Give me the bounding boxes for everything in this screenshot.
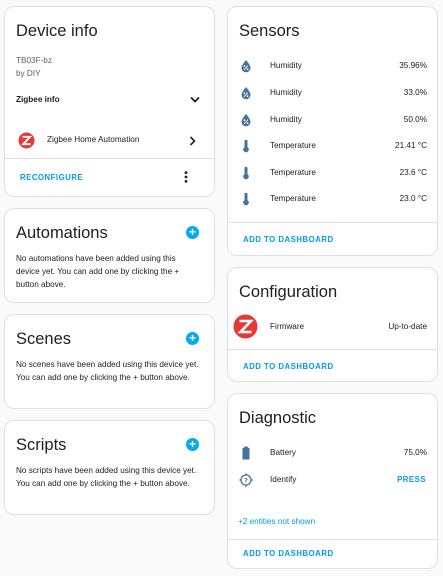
firmware-row[interactable]: Firmware Up-to-date [228,312,437,340]
crosshairs-question-icon: ? [239,473,253,487]
scenes-empty-text: No scenes have been added using this dev… [16,360,199,382]
scripts-card: Scripts + No scripts have been added usi… [4,420,215,515]
device-info-divider [5,158,214,159]
thermometer-icon [243,192,249,206]
thermometer-icon [243,166,249,180]
more-vert-icon[interactable] [184,171,188,183]
scenes-card: Scenes + No scenes have been added using… [4,314,215,409]
configuration-divider [228,349,437,350]
zigbee-logo-icon [18,132,35,149]
sensors-divider [228,222,437,223]
scripts-title: Scripts [16,436,67,454]
sensors-add-to-dashboard-button[interactable]: ADD TO DASHBOARD [243,235,334,244]
water-percent-icon [241,60,251,73]
plus-icon: + [188,331,196,345]
sensor-value: 50.0% [403,115,427,124]
identify-label: Identify [270,475,297,484]
sensor-value: 35.96% [399,61,427,70]
scripts-empty-text: No scripts have been added using this de… [16,466,197,488]
sensor-value: 23.0 °C [399,194,427,203]
automations-empty-text: No automations have been added using thi… [16,254,180,289]
sensors-title: Sensors [239,22,300,40]
battery-row[interactable]: Battery 75.0% [228,444,437,462]
water-percent-icon [241,87,251,100]
water-percent-icon [241,114,251,127]
battery-value: 75.0% [403,448,427,457]
sensor-value: 33.0% [403,88,427,97]
zigbee-logo-icon [233,314,258,339]
add-scene-button[interactable]: + [186,332,199,345]
sensor-row[interactable]: Humidity 35.96% [228,57,437,75]
thermometer-icon [243,139,249,153]
configuration-title: Configuration [239,283,338,301]
sensor-row[interactable]: Temperature 23.6 °C [228,164,437,182]
plus-icon: + [188,437,196,451]
sensor-label: Temperature [270,194,316,203]
diagnostic-card: Diagnostic Battery 75.0% ? Identify PRES… [227,393,438,569]
identify-row: ? Identify PRESS [228,471,437,489]
configuration-card: Configuration Firmware Up-to-date ADD TO… [227,267,438,382]
diagnostic-add-to-dashboard-button[interactable]: ADD TO DASHBOARD [243,549,334,558]
firmware-value: Up-to-date [388,322,427,331]
device-info-title: Device info [16,22,98,40]
device-manufacturer: by DIY [16,69,41,78]
sensor-value: 23.6 °C [399,168,427,177]
automations-title: Automations [16,224,108,242]
sensor-row[interactable]: Humidity 33.0% [228,84,437,102]
battery-icon [242,446,250,460]
device-info-card: Device info TB03F-bz by DIY Zigbee info … [4,6,215,197]
sensor-value: 21.41 °C [395,141,427,150]
zigbee-info-expander[interactable]: Zigbee info [5,89,214,111]
diagnostic-divider [228,539,437,540]
sensor-row[interactable]: Temperature 23.0 °C [228,190,437,208]
sensor-label: Temperature [270,141,316,150]
sensor-row[interactable]: Temperature 21.41 °C [228,137,437,155]
integration-label: Zigbee Home Automation [47,135,140,144]
diagnostic-title: Diagnostic [239,409,317,427]
firmware-label: Firmware [270,322,305,331]
hidden-entities-link[interactable]: +2 entities not shown [238,517,315,526]
sensor-label: Temperature [270,168,316,177]
sensor-row[interactable]: Humidity 50.0% [228,111,437,129]
battery-label: Battery [270,448,296,457]
add-automation-button[interactable]: + [186,226,199,239]
sensor-label: Humidity [270,88,302,97]
plus-icon: + [188,225,196,239]
scenes-title: Scenes [16,330,72,348]
sensor-label: Humidity [270,115,302,124]
reconfigure-button[interactable]: RECONFIGURE [20,173,83,182]
add-script-button[interactable]: + [186,438,199,451]
svg-text:?: ? [244,476,248,484]
identify-press-button[interactable]: PRESS [397,475,426,484]
chevron-down-icon [190,96,200,103]
sensor-label: Humidity [270,61,302,70]
zigbee-info-label: Zigbee info [16,95,60,104]
sensors-card: Sensors Humidity 35.96% Humidity 33.0% H… [227,6,438,256]
automations-card: Automations + No automations have been a… [4,208,215,303]
configuration-add-to-dashboard-button[interactable]: ADD TO DASHBOARD [243,362,334,371]
integration-row[interactable]: Zigbee Home Automation [5,129,214,151]
device-model: TB03F-bz [16,56,52,65]
chevron-right-icon [189,136,196,146]
